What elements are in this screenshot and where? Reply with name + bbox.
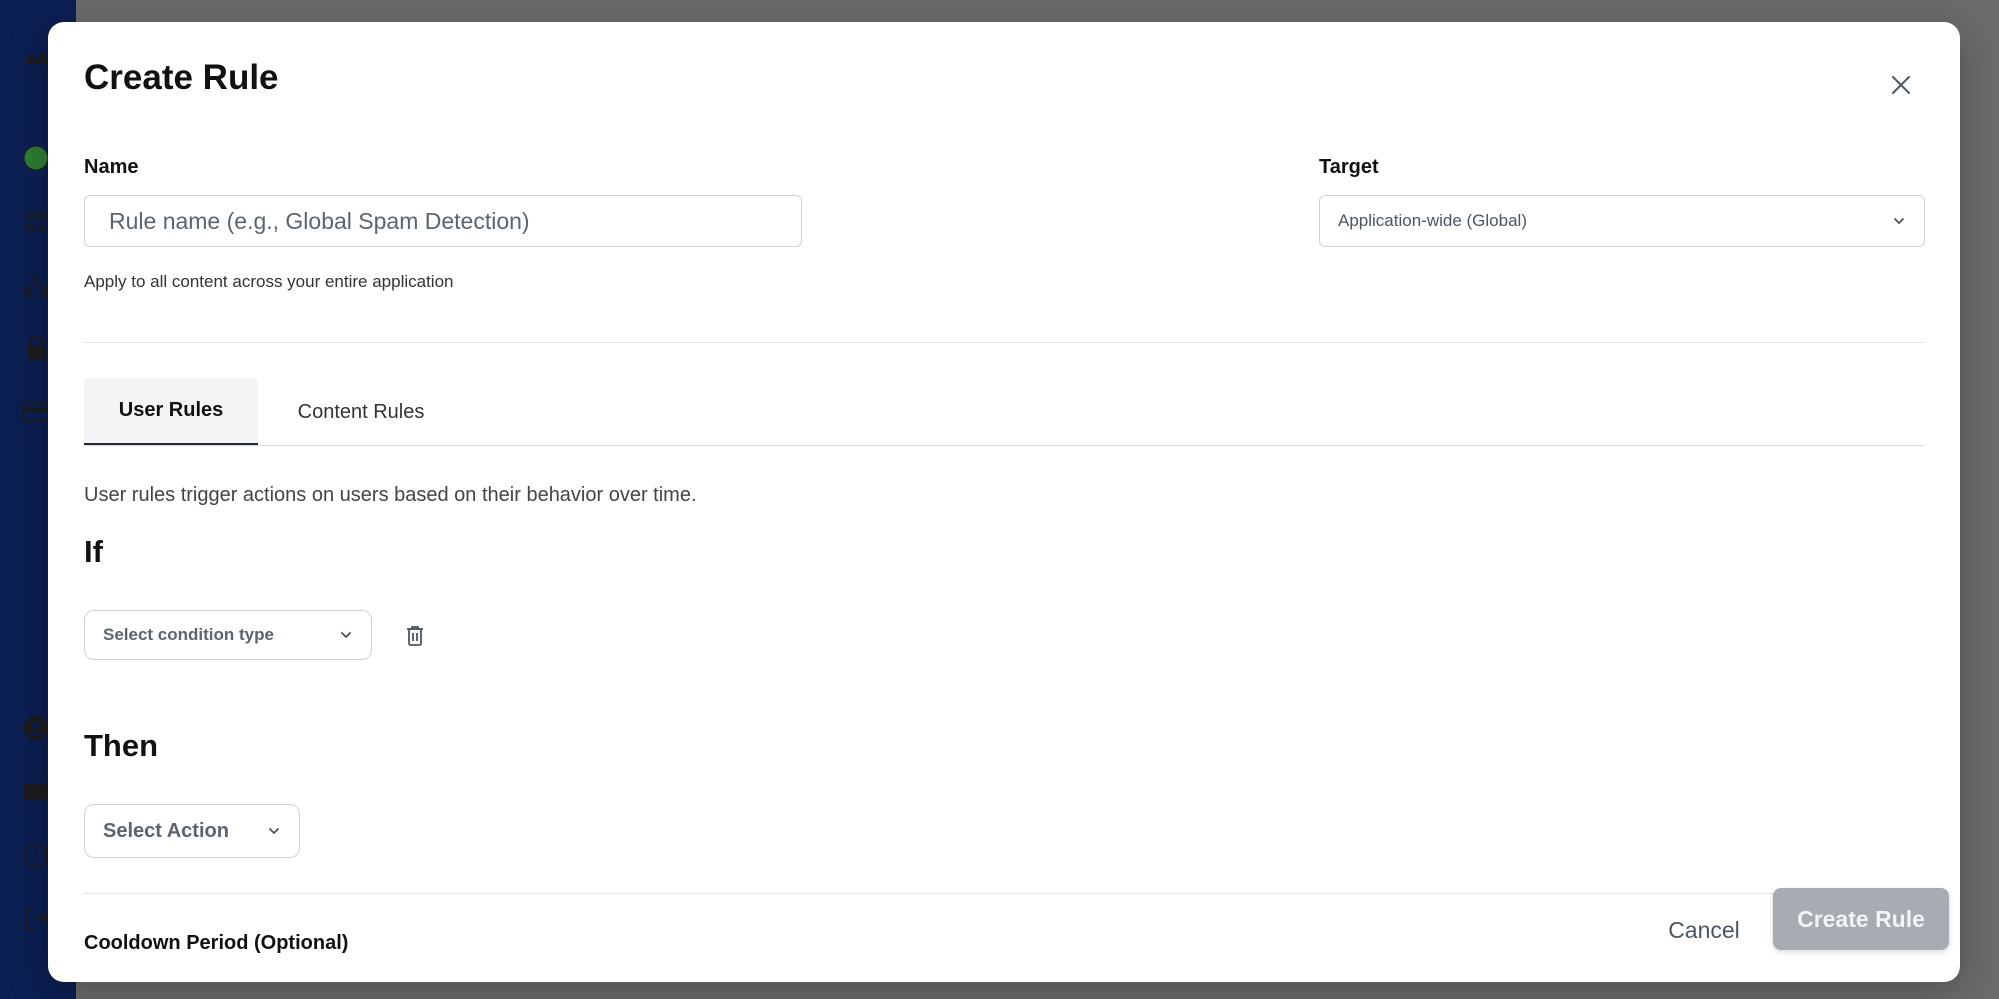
name-label: Name <box>84 156 139 178</box>
tabs-underline <box>84 445 1925 446</box>
close-button[interactable] <box>1884 68 1918 102</box>
chevron-down-icon <box>1894 218 1904 225</box>
condition-type-placeholder: Select condition type <box>103 625 274 644</box>
card-icon[interactable] <box>22 398 50 426</box>
apps-icon[interactable] <box>22 208 50 236</box>
help-icon[interactable]: ? <box>22 842 50 870</box>
create-rule-dialog: Create Rule Name Target Application-wide… <box>48 22 1960 982</box>
tab-user-rules[interactable]: User Rules <box>84 378 258 446</box>
target-label: Target <box>1319 156 1379 178</box>
trash-icon <box>407 626 423 646</box>
action-select-placeholder: Select Action <box>103 819 229 842</box>
divider <box>84 342 1925 343</box>
tab-description: User rules trigger actions on users base… <box>84 484 697 506</box>
divider <box>84 893 1925 894</box>
logout-icon[interactable] <box>22 904 50 932</box>
if-heading: If <box>84 534 103 569</box>
chevron-down-icon <box>341 632 351 639</box>
avatar-icon[interactable] <box>22 144 50 172</box>
rule-name-input[interactable] <box>84 195 802 247</box>
close-icon <box>1892 76 1910 94</box>
target-help-text: Apply to all content across your entire … <box>84 272 454 291</box>
tab-content-rules[interactable]: Content Rules <box>258 378 464 446</box>
create-rule-button[interactable]: Create Rule <box>1773 888 1949 950</box>
team-icon[interactable] <box>22 272 50 300</box>
delete-condition-button[interactable] <box>401 622 429 650</box>
then-heading: Then <box>84 728 159 763</box>
cancel-button[interactable]: Cancel <box>1642 902 1766 958</box>
target-select-value: Application-wide (Global) <box>1338 211 1527 230</box>
target-select[interactable]: Application-wide (Global) <box>1319 195 1925 247</box>
cooldown-label: Cooldown Period (Optional) <box>84 932 349 954</box>
book-icon[interactable] <box>22 778 50 806</box>
chevron-down-icon <box>269 828 279 835</box>
lock-icon[interactable] <box>22 334 50 362</box>
action-select[interactable]: Select Action <box>84 804 300 858</box>
rule-type-tabs: User Rules Content Rules <box>84 378 1925 446</box>
logo-icon[interactable] <box>22 44 50 72</box>
svg-text:?: ? <box>32 849 39 865</box>
account-icon[interactable] <box>22 714 50 742</box>
condition-type-select[interactable]: Select condition type <box>84 610 372 660</box>
dialog-title: Create Rule <box>84 58 279 97</box>
